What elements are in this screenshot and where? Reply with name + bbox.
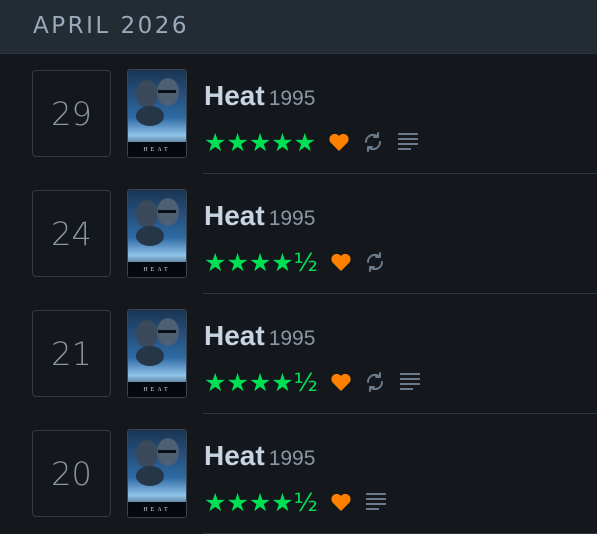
star-rating: ★★★★½	[204, 487, 318, 517]
rewatch-icon	[362, 130, 384, 154]
film-poster[interactable]: HEAT	[127, 309, 187, 398]
entry-meta: ★★★★½	[204, 366, 422, 398]
review-icon	[398, 370, 422, 394]
rewatch-icon	[364, 250, 386, 274]
star-rating: ★★★★½	[204, 367, 318, 397]
poster-art: HEAT	[128, 430, 186, 517]
day-box[interactable]: 24	[32, 190, 111, 277]
svg-text:HEAT: HEAT	[143, 387, 170, 393]
film-year[interactable]: 1995	[269, 327, 316, 350]
film-title[interactable]: Heat	[204, 200, 265, 231]
diary-entry: 29 HEAT Heat 1995 ★★★★★	[0, 54, 597, 174]
diary-entry: 20 HEAT Heat 1995 ★★★★½	[0, 414, 597, 534]
day-box[interactable]: 29	[32, 70, 111, 157]
heart-icon	[330, 370, 352, 394]
film-title-line: Heat 1995	[204, 200, 315, 232]
day-box[interactable]: 20	[32, 430, 111, 517]
day-number: 21	[51, 334, 92, 373]
film-year[interactable]: 1995	[269, 87, 316, 110]
film-year[interactable]: 1995	[269, 207, 316, 230]
poster-art: HEAT	[128, 190, 186, 277]
entry-meta: ★★★★½	[204, 486, 388, 518]
film-poster[interactable]: HEAT	[127, 69, 187, 158]
day-number: 29	[51, 94, 92, 133]
month-title: APRIL 2026	[33, 13, 190, 39]
month-header: APRIL 2026	[0, 0, 597, 54]
svg-text:HEAT: HEAT	[143, 507, 170, 513]
film-poster[interactable]: HEAT	[127, 429, 187, 518]
rewatch-icon	[364, 370, 386, 394]
diary-entry: 24 HEAT Heat 1995 ★★★★½	[0, 174, 597, 294]
poster-art: HEAT	[128, 70, 186, 157]
film-title-line: Heat 1995	[204, 320, 315, 352]
film-poster[interactable]: HEAT	[127, 189, 187, 278]
heart-icon	[328, 130, 350, 154]
poster-art: HEAT	[128, 310, 186, 397]
diary-entry: 21 HEAT Heat 1995 ★★★★½	[0, 294, 597, 414]
film-title[interactable]: Heat	[204, 440, 265, 471]
svg-text:HEAT: HEAT	[143, 267, 170, 273]
entry-meta: ★★★★½	[204, 246, 386, 278]
review-icon	[364, 490, 388, 514]
star-rating: ★★★★½	[204, 247, 318, 277]
day-number: 24	[51, 214, 92, 253]
heart-icon	[330, 250, 352, 274]
svg-text:HEAT: HEAT	[143, 147, 170, 153]
day-box[interactable]: 21	[32, 310, 111, 397]
film-title-line: Heat 1995	[204, 440, 315, 472]
film-title[interactable]: Heat	[204, 320, 265, 351]
star-rating: ★★★★★	[204, 127, 317, 157]
film-year[interactable]: 1995	[269, 447, 316, 470]
film-title-line: Heat 1995	[204, 80, 315, 112]
film-title[interactable]: Heat	[204, 80, 265, 111]
heart-icon	[330, 490, 352, 514]
review-icon	[396, 130, 420, 154]
day-number: 20	[51, 454, 92, 493]
entry-meta: ★★★★★	[204, 126, 420, 158]
